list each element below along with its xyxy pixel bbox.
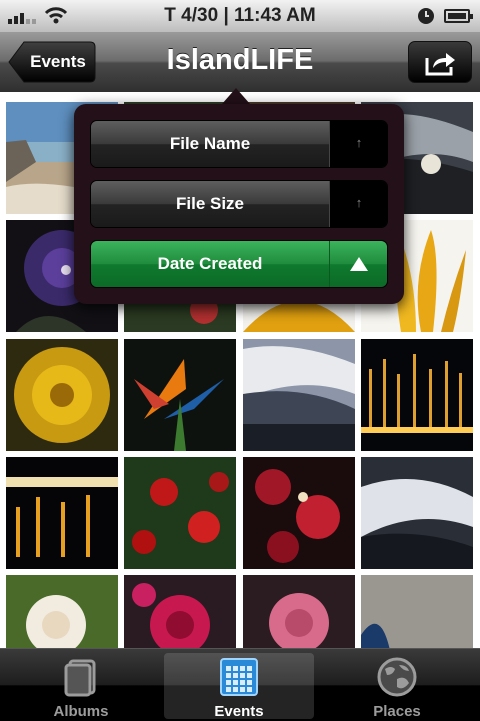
sort-option-label: File Name [91,121,329,167]
photo-thumbnail[interactable] [124,575,236,648]
albums-icon [64,659,96,697]
nav-bar: Events IslandLIFE [0,32,480,93]
photo-thumbnail[interactable] [243,339,355,451]
sort-popover: File Name ↑ File Size ↑ Date Created [74,104,404,304]
photo-thumbnail[interactable] [361,457,473,569]
tab-places[interactable]: Places [322,653,472,720]
tab-albums[interactable]: Albums [6,653,156,720]
photo-thumbnail[interactable] [124,457,236,569]
sort-option-file-size[interactable]: File Size ↑ [90,180,388,228]
tab-label: Places [373,703,421,720]
back-button-label: Events [30,52,86,71]
tab-events[interactable]: Events [164,653,314,720]
popover-arrow [222,88,250,104]
photo-thumbnail[interactable] [6,457,118,569]
sort-direction-arrow-icon[interactable]: ↑ [329,181,387,227]
page-title: IslandLIFE [166,44,314,76]
share-icon [425,53,455,76]
tab-bar: Albums Events Places [0,648,480,721]
status-bar: T 4/30 | 11:43 AM [0,0,480,32]
back-button[interactable]: Events [8,41,96,83]
photo-thumbnail[interactable] [6,339,118,451]
photo-thumbnail[interactable] [6,575,118,648]
photo-thumbnail[interactable] [124,339,236,451]
photo-thumbnail[interactable] [243,575,355,648]
sort-option-label: File Size [91,181,329,227]
carrier-time-text: T 4/30 | 11:43 AM [164,5,316,26]
share-button[interactable] [408,41,472,83]
sort-direction-arrow-icon[interactable]: ↑ [329,121,387,167]
globe-icon [377,657,417,697]
sort-option-file-name[interactable]: File Name ↑ [90,120,388,168]
tab-label: Albums [53,703,109,720]
sort-option-label: Date Created [91,241,329,287]
photo-thumbnail[interactable] [361,339,473,451]
battery-icon [444,9,473,23]
photo-thumbnail[interactable] [361,575,473,648]
tab-label: Events [214,703,264,720]
alarm-clock-icon [418,8,434,24]
sort-ascending-arrow-icon[interactable] [329,241,387,287]
photo-thumbnail[interactable] [243,457,355,569]
sort-option-date-created[interactable]: Date Created [90,240,388,288]
calendar-icon [220,658,258,696]
